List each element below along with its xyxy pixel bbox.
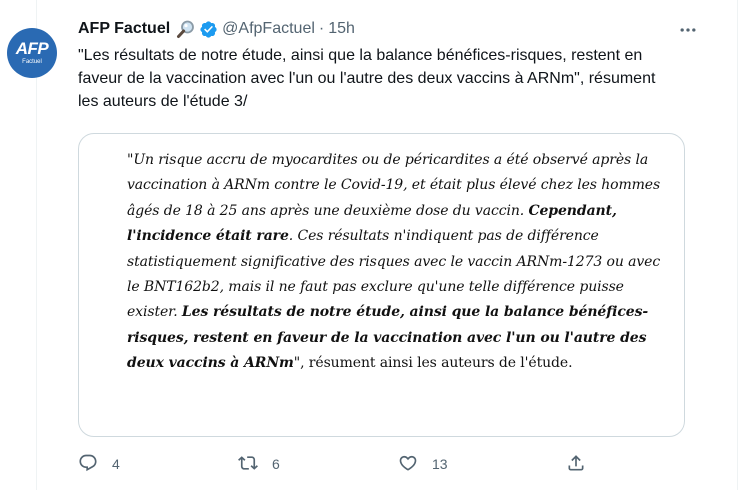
quote-text: "Un risque accru de myocardites ou de pé… <box>127 148 677 377</box>
reply-icon <box>78 453 98 476</box>
magnifier-icon <box>176 19 196 39</box>
timeline-right-border <box>737 0 738 490</box>
like-icon <box>398 453 418 476</box>
like-count: 13 <box>432 456 448 472</box>
avatar-logo-text: AFP <box>15 39 49 58</box>
tweet-header: AFP Factuel @AfpFactuel · 15h <box>78 18 355 40</box>
like-button[interactable]: 13 <box>398 452 448 476</box>
verified-badge-icon <box>199 20 218 39</box>
share-button[interactable] <box>566 452 586 476</box>
action-bar: 4 6 13 <box>78 452 598 476</box>
reply-count: 4 <box>112 456 120 472</box>
share-icon <box>566 453 586 476</box>
more-icon[interactable] <box>678 20 698 40</box>
author-handle[interactable]: @AfpFactuel <box>222 20 315 38</box>
quote-image-card[interactable]: "Un risque accru de myocardites ou de pé… <box>78 133 685 437</box>
timestamp[interactable]: 15h <box>328 20 355 38</box>
reply-button[interactable]: 4 <box>78 452 120 476</box>
avatar[interactable]: AFP Factuel <box>7 28 57 78</box>
separator-dot: · <box>318 20 325 37</box>
avatar-sub-text: Factuel <box>22 59 42 65</box>
retweet-button[interactable]: 6 <box>238 452 280 476</box>
quote-part-3: ", résument ainsi les auteurs de l'étude… <box>293 355 573 372</box>
retweet-icon <box>238 453 258 476</box>
retweet-count: 6 <box>272 456 280 472</box>
tweet-text: "Les résultats de notre étude, ainsi que… <box>78 47 656 110</box>
author-name[interactable]: AFP Factuel <box>78 20 170 38</box>
